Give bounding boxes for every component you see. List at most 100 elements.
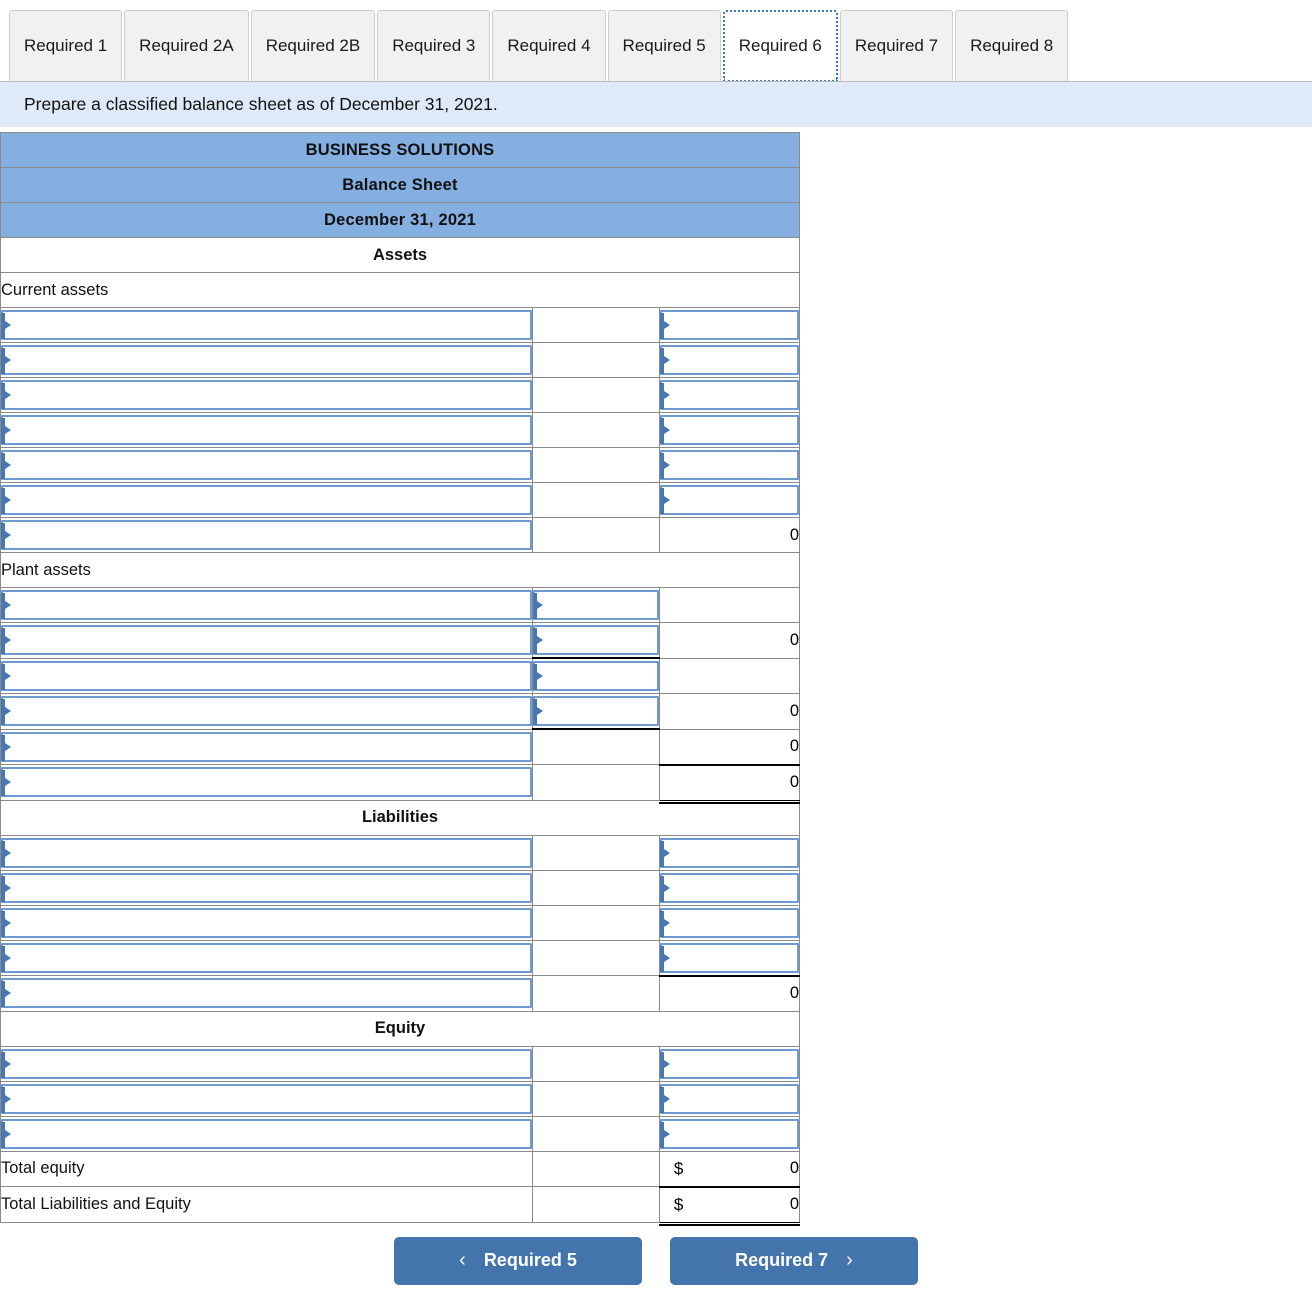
current-asset-amount-cell-2 [658, 342, 801, 378]
liabilities-total-subtotal-cell [531, 975, 660, 1012]
tab-label: Required 3 [392, 36, 476, 55]
liabilities-total-label-cell [0, 975, 533, 1012]
current-asset-subtotal-cell-3 [531, 377, 660, 413]
plant-asset-account-select-5[interactable] [1, 731, 532, 762]
balance-sheet-container: BUSINESS SOLUTIONS Balance Sheet Decembe… [0, 127, 1312, 1226]
plant-asset-account-select-1[interactable] [1, 590, 532, 620]
plant-asset-account-cell-2 [0, 622, 533, 659]
table-row-assets-header: Assets [0, 237, 800, 273]
liability-account-select-1[interactable] [1, 837, 532, 868]
chevron-right-icon [2, 705, 11, 718]
chevron-right-icon [660, 916, 670, 929]
chevron-right-icon [660, 1057, 670, 1070]
current-asset-amount-select-1[interactable] [659, 310, 799, 340]
tab-required-2a[interactable]: Required 2A [124, 10, 249, 82]
plant-asset-account-select-2[interactable] [1, 625, 532, 656]
plant-asset-amount-6: 0 [658, 763, 801, 804]
chevron-right-icon [2, 494, 11, 506]
current-asset-amount-select-2[interactable] [659, 345, 799, 375]
liability-amount-select-2[interactable] [659, 872, 799, 903]
tab-required-8[interactable]: Required 8 [955, 10, 1069, 82]
current-asset-account-cell-3 [0, 377, 533, 413]
current-asset-amount-select-5[interactable] [659, 450, 799, 480]
liability-amount-select-1[interactable] [659, 837, 799, 868]
plant-asset-account-select-4[interactable] [1, 696, 532, 727]
liability-amount-select-4[interactable] [659, 942, 799, 973]
table-row-current-asset-1 [0, 307, 801, 343]
liability-account-cell-2 [0, 869, 533, 906]
current-asset-amount-cell-1 [658, 307, 801, 343]
table-row-equity-2 [0, 1080, 801, 1117]
tab-required-6[interactable]: Required 6 [722, 10, 838, 82]
plant-asset-subtotal-select-3[interactable] [532, 661, 659, 691]
equity-amount-select-1[interactable] [659, 1048, 799, 1079]
plant-asset-subtotal-select-4[interactable] [532, 696, 659, 726]
plant-asset-account-cell-3 [0, 657, 533, 694]
current-asset-account-select-3[interactable] [1, 380, 532, 410]
current-asset-account-cell-6 [0, 482, 533, 518]
tab-required-4[interactable]: Required 4 [492, 10, 606, 82]
liability-amount-select-3[interactable] [659, 907, 799, 938]
equity-account-select-2[interactable] [1, 1083, 532, 1114]
current-asset-subtotal-cell-2 [531, 342, 660, 378]
equity-account-select-1[interactable] [1, 1048, 532, 1079]
tab-required-7[interactable]: Required 7 [839, 10, 954, 82]
current-asset-subtotal-cell-1 [531, 307, 660, 343]
table-row-total-liabilities-equity: Total Liabilities and Equity $0 [0, 1185, 801, 1226]
equity-amount-select-2[interactable] [659, 1083, 799, 1114]
chevron-right-icon [660, 846, 670, 859]
liability-account-select-3[interactable] [1, 907, 532, 938]
current-asset-amount-select-4[interactable] [659, 415, 799, 445]
table-row-liability-3 [0, 904, 801, 941]
chevron-right-icon [2, 669, 11, 682]
chevron-right-icon [660, 424, 670, 436]
plant-asset-account-select-6[interactable] [1, 767, 532, 798]
liability-amount-cell-4 [658, 939, 801, 976]
current-asset-account-select-1[interactable] [1, 310, 532, 340]
current-asset-amount-select-6[interactable] [659, 485, 799, 515]
liability-amount-cell-3 [658, 904, 801, 941]
chevron-right-icon [660, 951, 670, 964]
tab-required-1[interactable]: Required 1 [9, 10, 123, 82]
plant-asset-subtotal-select-1[interactable] [532, 590, 659, 620]
current-asset-account-select-6[interactable] [1, 485, 532, 515]
chevron-right-icon [660, 1127, 670, 1140]
next-requirement-label: Required 7 [735, 1250, 829, 1270]
next-requirement-button[interactable]: Required 7 › [670, 1236, 918, 1285]
tab-required-3[interactable]: Required 3 [377, 10, 491, 82]
equity-amount-cell-2 [658, 1080, 801, 1117]
previous-requirement-label: Required 5 [483, 1250, 577, 1270]
plant-asset-amount-2: 0 [658, 622, 801, 659]
current-asset-account-select-5[interactable] [1, 450, 532, 480]
current-asset-account-select-2[interactable] [1, 345, 532, 375]
previous-requirement-button[interactable]: ‹ Required 5 [394, 1236, 642, 1285]
plant-asset-account-cell-5 [0, 728, 533, 765]
total-equity-subtotal-cell [531, 1150, 660, 1187]
equity-account-select-3[interactable] [1, 1118, 532, 1149]
liability-account-select-2[interactable] [1, 872, 532, 903]
plant-asset-subtotal-select-2[interactable] [532, 625, 659, 655]
liability-subtotal-cell-3 [531, 904, 660, 941]
table-row-current-assets-total: 0 [0, 517, 801, 553]
current-asset-amount-select-3[interactable] [659, 380, 799, 410]
plant-asset-account-select-3[interactable] [1, 660, 532, 691]
table-row-total-equity: Total equity $0 [0, 1150, 801, 1187]
current-assets-total-select[interactable] [1, 520, 532, 550]
instruction-text: Prepare a classified balance sheet as of… [24, 94, 498, 114]
tab-required-5[interactable]: Required 5 [607, 10, 721, 82]
liability-amount-cell-2 [658, 869, 801, 906]
table-row-current-assets-label: Current assets [0, 272, 800, 308]
table-row-current-asset-3 [0, 377, 801, 413]
tab-required-2b[interactable]: Required 2B [250, 10, 376, 82]
liability-account-select-4[interactable] [1, 942, 532, 973]
current-assets-total-subtotal-cell [531, 517, 660, 553]
current-asset-account-select-4[interactable] [1, 415, 532, 445]
chevron-right-icon [660, 459, 670, 471]
current-asset-account-cell-2 [0, 342, 533, 378]
table-row-company: BUSINESS SOLUTIONS [0, 132, 800, 168]
liabilities-total-select[interactable] [1, 978, 532, 1009]
equity-amount-select-3[interactable] [659, 1118, 799, 1149]
tab-label: Required 6 [738, 36, 822, 55]
chevron-right-icon [2, 529, 11, 541]
chevron-right-icon [2, 1092, 11, 1105]
